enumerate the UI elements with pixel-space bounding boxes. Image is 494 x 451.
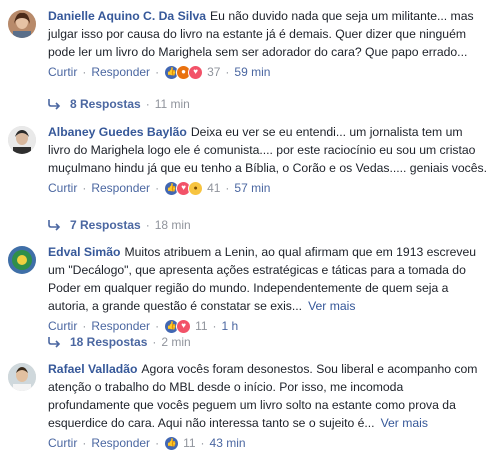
separator: · <box>82 319 87 333</box>
comment-text: Edval Simão Muitos atribuem a Lenin, ao q… <box>48 245 477 313</box>
reactions[interactable]: 👍 ♥ <box>164 318 192 334</box>
avatar[interactable] <box>8 10 36 38</box>
comment-text: Danielle Aquino C. Da Silva Eu não duvido… <box>48 9 474 59</box>
separator: · <box>152 335 157 349</box>
reply-button[interactable]: Responder <box>91 436 150 450</box>
avatar[interactable] <box>8 246 36 274</box>
separator: · <box>155 181 160 195</box>
like-button[interactable]: Curtir <box>48 181 77 195</box>
replies-link[interactable]: 8 Respostas · 11 min <box>48 97 190 111</box>
replies-label[interactable]: 7 Respostas <box>70 218 141 232</box>
avatar[interactable] <box>8 126 36 154</box>
love-reaction-icon: ♥ <box>188 64 204 80</box>
see-more-link[interactable]: Ver mais <box>308 299 355 313</box>
reaction-count[interactable]: 11 <box>183 436 195 450</box>
reply-arrow-icon <box>48 99 61 110</box>
author-name[interactable]: Danielle Aquino C. Da Silva <box>48 9 206 23</box>
timestamp[interactable]: 59 min <box>234 65 270 79</box>
like-button[interactable]: Curtir <box>48 319 77 333</box>
timestamp[interactable]: 1 h <box>222 319 239 333</box>
reaction-count[interactable]: 37 <box>207 65 220 79</box>
separator: · <box>145 97 150 111</box>
replies-time: 2 min <box>161 335 191 349</box>
separator: · <box>225 181 230 195</box>
author-name[interactable]: Rafael Valladão <box>48 362 137 376</box>
separator: · <box>200 436 205 450</box>
author-name[interactable]: Edval Simão <box>48 245 120 259</box>
see-more-link[interactable]: Ver mais <box>381 416 428 430</box>
reply-button[interactable]: Responder <box>91 181 150 195</box>
replies-link[interactable]: 18 Respostas · 2 min <box>48 335 191 349</box>
like-button[interactable]: Curtir <box>48 436 77 450</box>
reaction-count[interactable]: 41 <box>207 181 220 195</box>
avatar[interactable] <box>8 363 36 391</box>
comment-actions: Curtir · Responder · 👍 ● ♥ 37 · 59 min <box>48 64 488 80</box>
timestamp[interactable]: 43 min <box>210 436 246 450</box>
reactions[interactable]: 👍 <box>164 435 180 451</box>
timestamp[interactable]: 57 min <box>234 181 270 195</box>
replies-link[interactable]: 7 Respostas · 18 min <box>48 218 191 232</box>
reaction-count[interactable]: 11 <box>195 319 207 333</box>
reply-arrow-icon <box>48 220 61 231</box>
reactions[interactable]: 👍 ♥ ● <box>164 180 204 196</box>
separator: · <box>212 319 217 333</box>
separator: · <box>155 65 160 79</box>
replies-time: 11 min <box>154 97 190 111</box>
replies-time: 18 min <box>154 218 191 232</box>
comment-thread: Danielle Aquino C. Da Silva Eu não duvido… <box>0 0 494 451</box>
comment-actions: Curtir · Responder · 👍 11 · 43 min <box>48 435 488 451</box>
reply-arrow-icon <box>48 337 61 348</box>
separator: · <box>155 436 160 450</box>
separator: · <box>82 436 87 450</box>
separator: · <box>225 65 230 79</box>
separator: · <box>82 181 87 195</box>
haha-reaction-icon: ● <box>188 180 204 196</box>
comment-actions: Curtir · Responder · 👍 ♥ ● 41 · 57 min <box>48 180 488 196</box>
comment-actions: Curtir · Responder · 👍 ♥ 11 · 1 h <box>48 318 488 334</box>
reply-button[interactable]: Responder <box>91 319 150 333</box>
author-name[interactable]: Albaney Guedes Baylão <box>48 125 187 139</box>
separator: · <box>155 319 160 333</box>
comment-text: Albaney Guedes Baylão Deixa eu ver se eu … <box>48 125 488 175</box>
reply-button[interactable]: Responder <box>91 65 150 79</box>
replies-label[interactable]: 18 Respostas <box>70 335 147 349</box>
separator: · <box>145 218 150 232</box>
love-reaction-icon: ♥ <box>176 318 192 334</box>
replies-label[interactable]: 8 Respostas <box>70 97 141 111</box>
like-button[interactable]: Curtir <box>48 65 77 79</box>
separator: · <box>82 65 87 79</box>
reactions[interactable]: 👍 ● ♥ <box>164 64 204 80</box>
comment-text: Rafael Valladão Agora vocês foram desones… <box>48 362 478 430</box>
like-reaction-icon: 👍 <box>164 435 180 451</box>
